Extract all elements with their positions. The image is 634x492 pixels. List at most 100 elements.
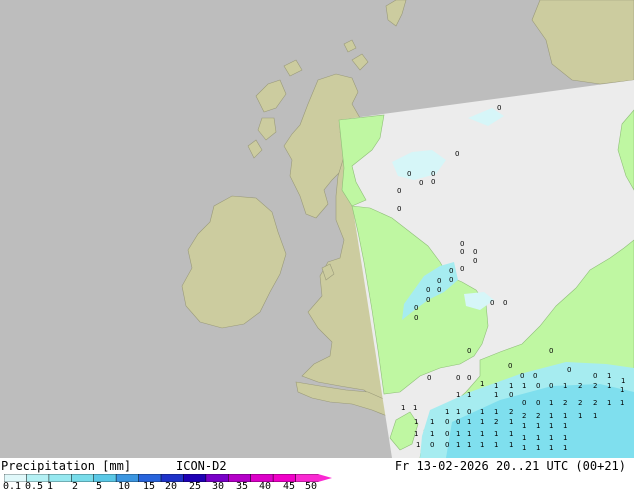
precip-value-label: 0 (437, 277, 441, 285)
precip-value-label: 1 (509, 418, 513, 426)
precip-value-label: 0 (490, 299, 494, 307)
precip-value-label: 1 (456, 430, 460, 438)
precip-value-label: 1 (494, 430, 498, 438)
legend-footer: Precipitation [mm] ICON-D2 Fr 13-02-2026… (0, 458, 634, 492)
precip-value-label: 0 (460, 240, 464, 248)
precip-value-label: 1 (0, 0, 4, 2)
colorbar-tick-label: 10 (118, 481, 131, 492)
precip-value-label: 0 (431, 170, 435, 178)
precip-value-label: 0 (549, 382, 553, 390)
precip-value-label: 0 (456, 374, 460, 382)
precip-value-label: 1 (522, 434, 526, 442)
precip-value-label: 0 (473, 257, 477, 265)
precip-value-label: 1 (536, 444, 540, 452)
precip-value-label: 1 (509, 430, 513, 438)
precip-value-label: 0 (467, 408, 471, 416)
model-name: ICON-D2 (176, 459, 227, 473)
precip-value-label: 1 (430, 418, 434, 426)
precip-value-label: 2 (593, 399, 597, 407)
precip-value-label: 0 (397, 205, 401, 213)
precip-value-label: 0 (456, 418, 460, 426)
precip-value-label: 1 (549, 422, 553, 430)
precip-value-label: 0 (445, 418, 449, 426)
precip-value-label: 1 (494, 408, 498, 416)
colorbar-tick-label: 25 (189, 481, 202, 492)
colorbar-tick-label: 15 (143, 481, 156, 492)
precip-value-label: 1 (509, 382, 513, 390)
precip-value-label: 0 (427, 374, 431, 382)
precip-value-label: 1 (549, 434, 553, 442)
precip-value-label: 0 (508, 362, 512, 370)
precip-value-label: 1 (563, 444, 567, 452)
precip-value-label: 1 (445, 408, 449, 416)
precip-value-label: 1 (593, 412, 597, 420)
precip-value-label: 0 (520, 372, 524, 380)
precip-value-label: 1 (456, 408, 460, 416)
precip-value-label: 0 (503, 299, 507, 307)
colorbar-overflow-arrow (318, 474, 332, 482)
precip-value-label: 1 (413, 404, 417, 412)
colorbar-tick-label: 0.5 (25, 481, 44, 492)
colorbar-tick-label: 2 (72, 481, 79, 492)
precip-value-label: 0 (549, 347, 553, 355)
precip-value-label: 1 (578, 412, 582, 420)
precip-value-label: 0 (449, 276, 453, 284)
precip-value-label: 1 (480, 380, 484, 388)
precip-value-label: 2 (578, 382, 582, 390)
precip-value-label: 1 (416, 441, 420, 449)
precip-value-label: 0 (426, 286, 430, 294)
precip-value-label: 1 (480, 418, 484, 426)
precip-value-label: 2 (509, 408, 513, 416)
precip-value-label: 1 (549, 444, 553, 452)
colorbar-tick-label: 50 (305, 481, 318, 492)
precip-value-label: 1 (414, 430, 418, 438)
precip-value-label: 1 (509, 441, 513, 449)
precip-value-label: 0 (536, 382, 540, 390)
precip-value-label: 0 (460, 248, 464, 256)
precip-value-label: 1 (414, 418, 418, 426)
precip-value-label: 0 (407, 170, 411, 178)
precip-value-label: 0 (437, 286, 441, 294)
precip-value-label: 0 (467, 347, 471, 355)
precip-value-label: 1 (563, 434, 567, 442)
precip-value-label: 1 (456, 441, 460, 449)
precip-value-label: 1 (522, 444, 526, 452)
precip-value-label: 2 (593, 382, 597, 390)
precip-value-label: 1 (536, 434, 540, 442)
precip-value-label: 1 (494, 441, 498, 449)
precip-value-label: 1 (430, 430, 434, 438)
precip-value-label: 1 (467, 418, 471, 426)
precip-value-label: 0 (522, 399, 526, 407)
precip-value-label: 1 (467, 391, 471, 399)
precip-value-label: 0 (593, 372, 597, 380)
precip-value-label: 1 (456, 391, 460, 399)
colorbar-tick-label: 0.1 (3, 481, 22, 492)
precip-value-label: 0 (473, 248, 477, 256)
precip-value-label: 1 (563, 382, 567, 390)
precip-value-label: 1 (621, 377, 625, 385)
precip-value-label: 0 (536, 399, 540, 407)
precip-value-label: 0 (431, 178, 435, 186)
precip-value-label: 0 (430, 441, 434, 449)
precip-value-label: 2 (494, 418, 498, 426)
valid-datetime: Fr 13-02-2026 20..21 UTC (00+21) (394, 459, 626, 473)
precip-value-label: 0 (567, 366, 571, 374)
precip-value-label: 1 (494, 391, 498, 399)
precip-value-label: 0 (533, 372, 537, 380)
precipitation-map: 00000000000000 000000000000 0000 0 0 0 111 1 1 1 0… (0, 0, 634, 458)
precip-value-label: 0 (414, 314, 418, 322)
colorbar-tick-label: 30 (212, 481, 225, 492)
precip-value-label: 2 (563, 399, 567, 407)
precip-value-label: 0 (455, 150, 459, 158)
precip-value-label: 1 (536, 422, 540, 430)
precip-value-label: 1 (607, 399, 611, 407)
precip-value-label: 1 (620, 386, 624, 394)
precip-value-label: 1 (467, 441, 471, 449)
precip-value-label: 0 (419, 179, 423, 187)
precip-value-label: 1 (549, 399, 553, 407)
precip-value-label: 1 (401, 404, 405, 412)
precip-value-label: 1 (607, 372, 611, 380)
precip-value-label: 0 (467, 374, 471, 382)
precip-value-label: 1 (467, 430, 471, 438)
precip-value-label: 0 (445, 441, 449, 449)
